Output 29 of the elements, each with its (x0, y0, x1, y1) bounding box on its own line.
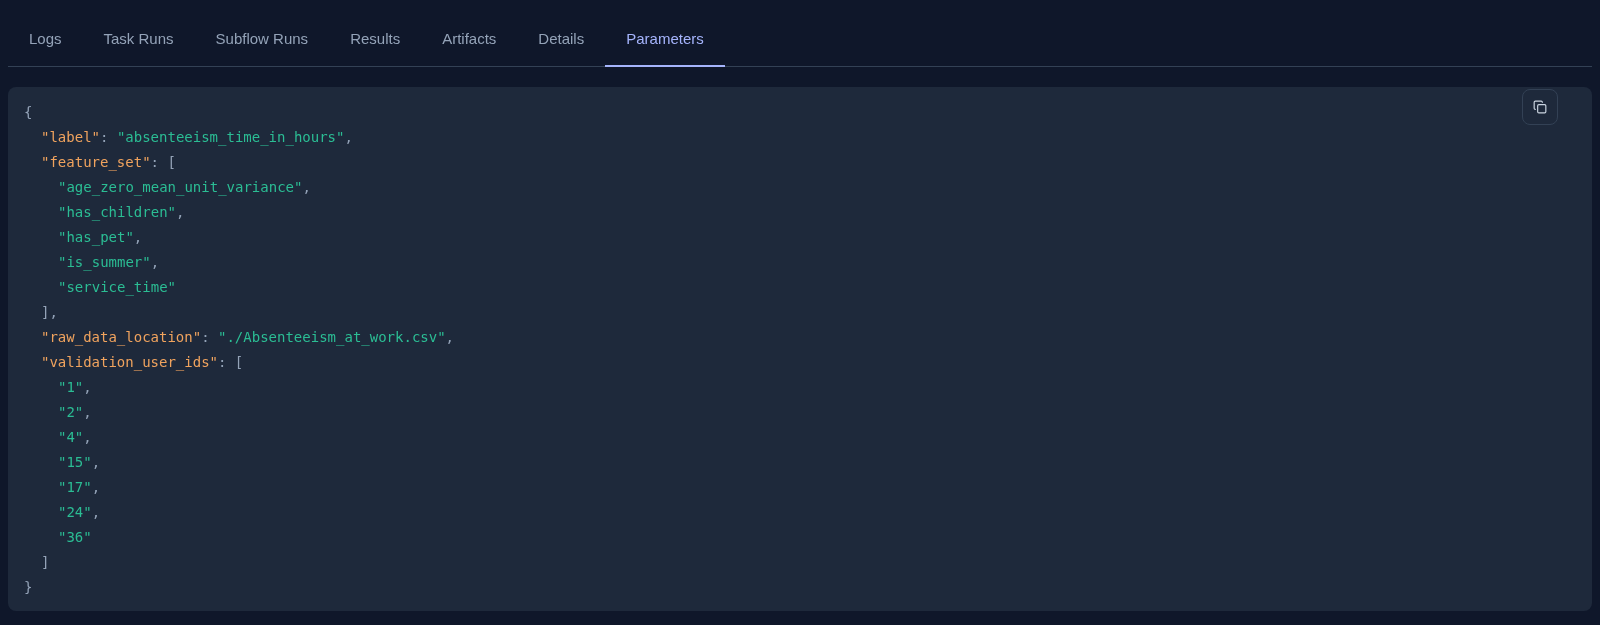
code-line: "36" (58, 528, 92, 547)
tab[interactable]: Artifacts (421, 18, 518, 67)
code-line: "4", (58, 428, 92, 447)
code-line: { (24, 103, 33, 122)
tab[interactable]: Task Runs (82, 18, 195, 67)
tab[interactable]: Subflow Runs (194, 18, 330, 67)
code-line: "validation_user_ids": [ (41, 353, 244, 373)
code-line: "has_pet", (58, 228, 143, 248)
code-line: "label": "absenteeism_time_in_hours", (41, 128, 353, 148)
code-line: "is_summer", (58, 253, 160, 273)
code-line: "17", (58, 478, 101, 497)
tab[interactable]: Details (517, 18, 606, 67)
code-line: "service_time" (58, 278, 176, 298)
tab[interactable]: Results (329, 18, 422, 67)
code-line: "15", (58, 453, 101, 472)
code-line: ], (41, 303, 58, 322)
tab[interactable]: Parameters (605, 18, 725, 67)
copy-button[interactable] (1522, 89, 1558, 125)
code-line: } (24, 578, 33, 597)
code-line: "age_zero_mean_unit_variance", (58, 178, 311, 198)
copy-icon (1533, 100, 1547, 114)
code-line: "has_children", (58, 203, 185, 223)
code-line: "raw_data_location": "./Absenteeism_at_work.csv", (41, 328, 455, 348)
code-line: "1", (58, 378, 92, 397)
tab[interactable]: Logs (8, 18, 83, 67)
code-line: "2", (58, 403, 92, 422)
code-line: "feature_set": [ (41, 153, 176, 173)
code-line: ] (41, 553, 50, 572)
code-line: "24", (58, 503, 101, 522)
